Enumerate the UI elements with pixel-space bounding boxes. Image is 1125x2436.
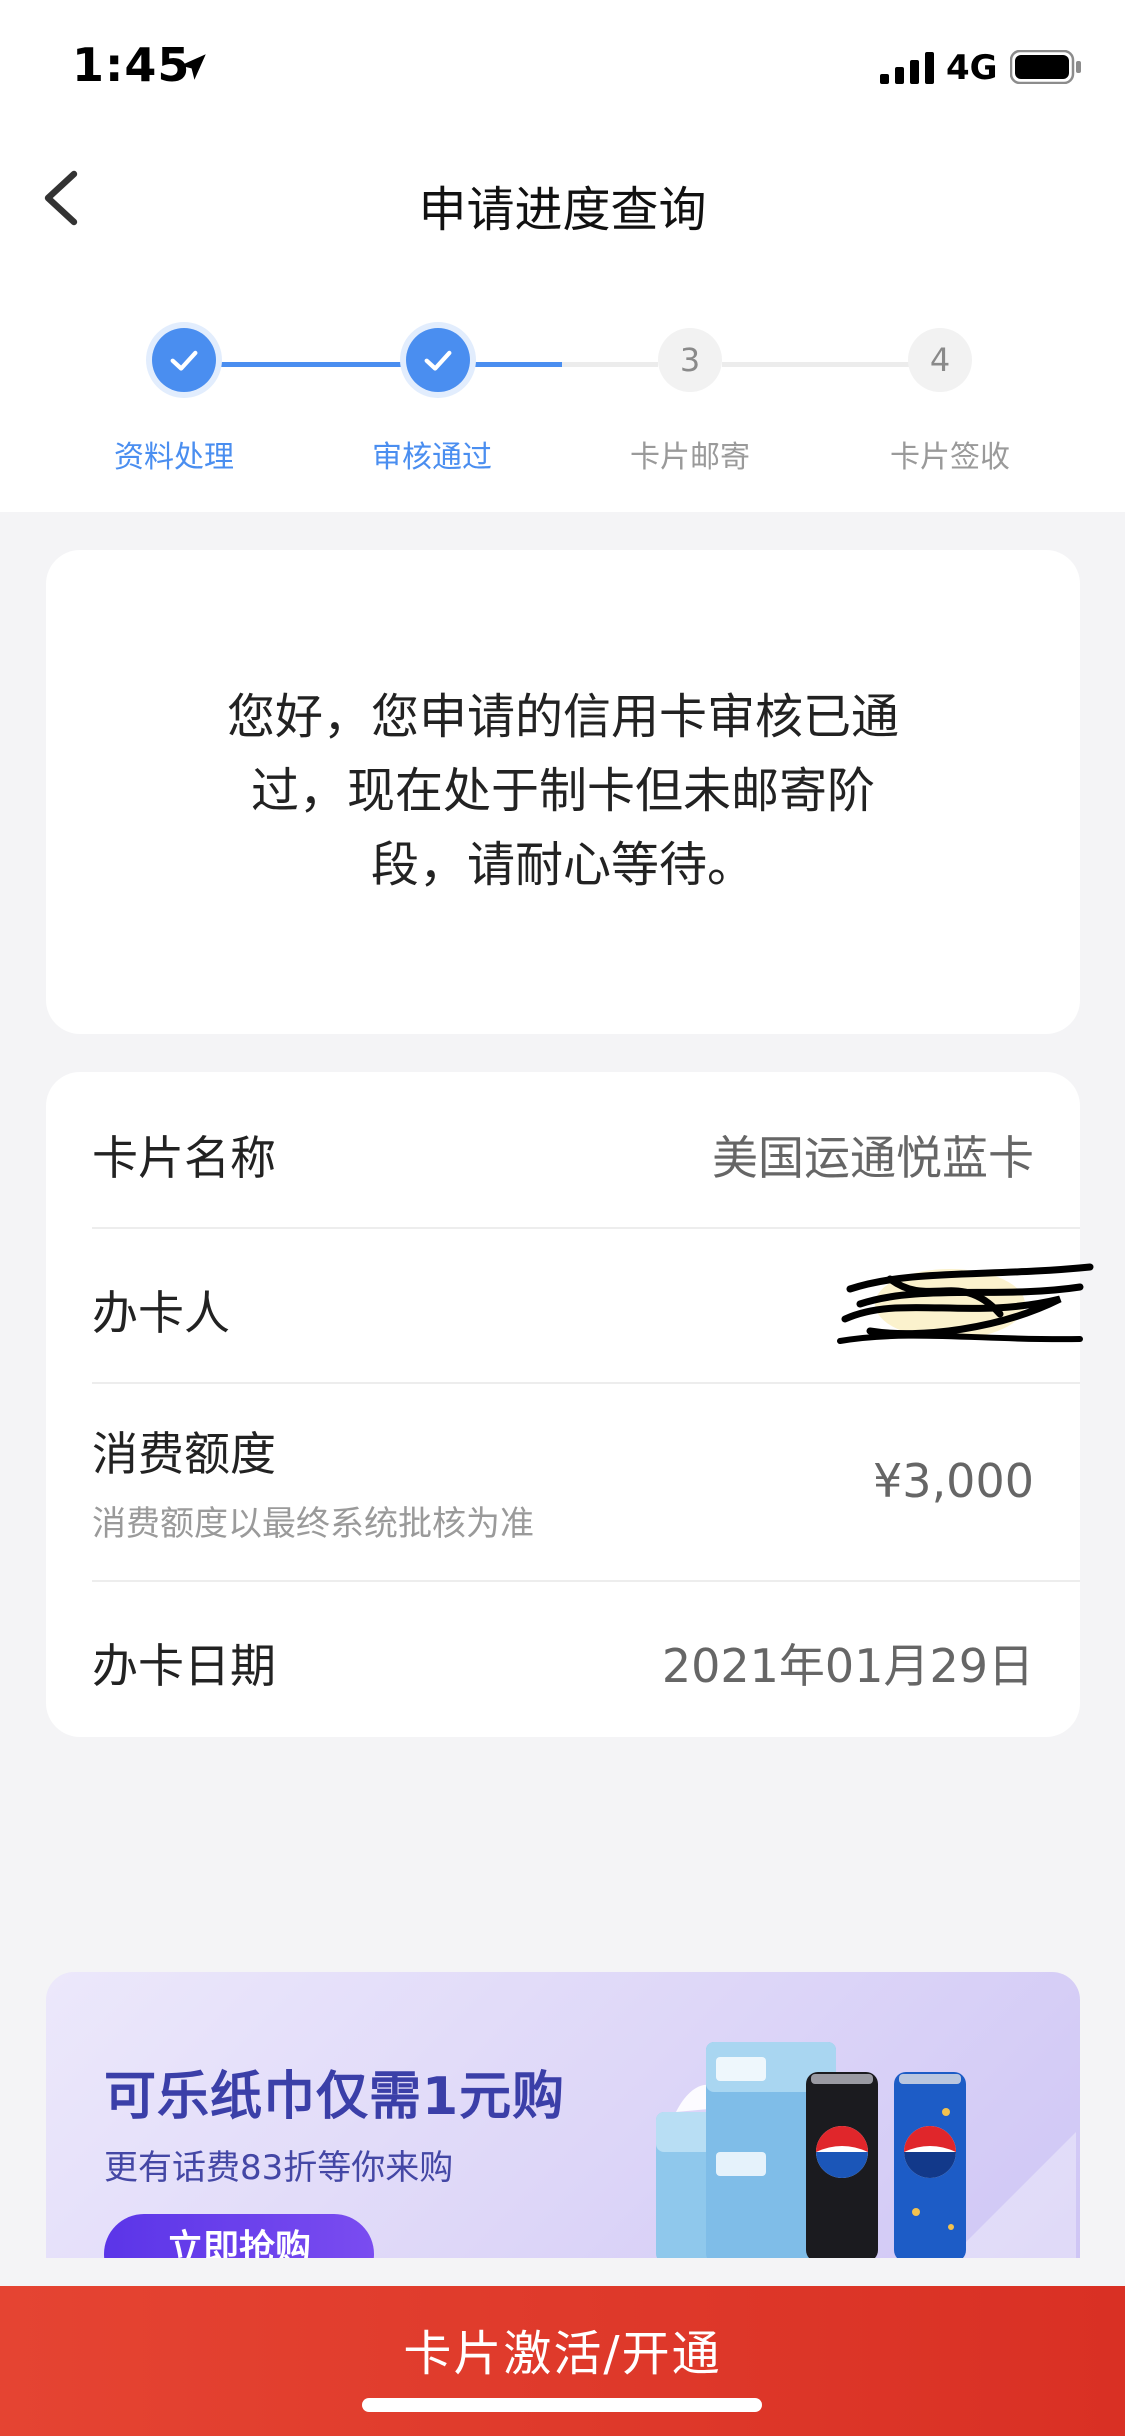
network-type: 4G — [946, 48, 998, 88]
signal-bars-icon — [880, 52, 934, 84]
status-message-card: 您好，您申请的信用卡审核已通 过，现在处于制卡但未邮寄阶 段，请耐心等待。 — [46, 550, 1080, 1034]
apply-date-label: 办卡日期 — [92, 1639, 276, 1693]
card-name-row: 卡片名称 美国运通悦蓝卡 — [92, 1072, 1080, 1227]
step-1-label: 资料处理 — [114, 440, 234, 475]
step-connector-2-pending — [562, 362, 658, 367]
redacted-name — [837, 1263, 1094, 1344]
application-details-card: 卡片名称 美国运通悦蓝卡 办卡人 消费额度 消费额度以最终系统批核为准 ¥3,0… — [46, 1072, 1094, 1737]
step-connector-1 — [216, 362, 408, 367]
step-4-indicator: 4 — [908, 328, 972, 392]
activate-card-button[interactable]: 卡片激活/开通 — [0, 2286, 1125, 2436]
step-2-label: 审核通过 — [372, 440, 492, 475]
location-arrow-icon — [180, 54, 206, 80]
credit-limit-row: 消费额度 消费额度以最终系统批核为准 ¥3,000 — [92, 1384, 1080, 1580]
promo-buy-button[interactable]: 立即抢购 — [104, 2214, 374, 2258]
check-icon — [424, 350, 452, 371]
nav-bar: 申请进度查询 — [0, 132, 1125, 262]
card-name-label: 卡片名称 — [92, 1131, 276, 1185]
page-title: 申请进度查询 — [418, 182, 707, 238]
home-indicator — [362, 2398, 762, 2412]
status-time: 1:45 — [72, 38, 191, 92]
apply-date-row: 办卡日期 2021年01月29日 — [92, 1582, 1080, 1737]
step-4-label: 卡片签收 — [890, 440, 1010, 475]
status-message-line: 段，请耐心等待。 — [370, 837, 755, 893]
credit-limit-value: ¥3,000 — [873, 1454, 1034, 1508]
step-1-indicator — [152, 328, 216, 392]
credit-limit-label: 消费额度 — [92, 1427, 276, 1481]
card-name-value: 美国运通悦蓝卡 — [712, 1131, 1034, 1185]
status-message: 您好，您申请的信用卡审核已通 过，现在处于制卡但未邮寄阶 段，请耐心等待。 — [46, 680, 1080, 902]
promo-products-image — [656, 2042, 1076, 2258]
apply-date-value: 2021年01月29日 — [661, 1639, 1034, 1693]
step-2-indicator — [406, 328, 470, 392]
step-3-label: 卡片邮寄 — [630, 440, 750, 475]
progress-steps: 3 4 资料处理 审核通过 卡片邮寄 卡片签收 — [0, 262, 1125, 512]
applicant-label: 办卡人 — [92, 1286, 230, 1340]
status-message-line: 您好，您申请的信用卡审核已通 — [226, 689, 899, 745]
promo-title: 可乐纸巾仅需1元购 — [104, 2067, 566, 2127]
check-icon — [170, 350, 198, 371]
battery-icon — [1010, 50, 1081, 84]
step-3-indicator: 3 — [658, 328, 722, 392]
status-message-line: 过，现在处于制卡但未邮寄阶 — [250, 763, 875, 819]
promo-subtitle: 更有话费83折等你来购 — [104, 2148, 454, 2188]
promo-banner[interactable]: 可乐纸巾仅需1元购 更有话费83折等你来购 立即抢购 — [46, 1972, 1080, 2258]
credit-limit-note: 消费额度以最终系统批核为准 — [92, 1504, 534, 1544]
applicant-row: 办卡人 — [92, 1229, 1094, 1382]
status-bar: 1:45 4G — [0, 0, 1125, 132]
step-connector-3 — [722, 362, 910, 367]
step-connector-2 — [470, 362, 562, 367]
